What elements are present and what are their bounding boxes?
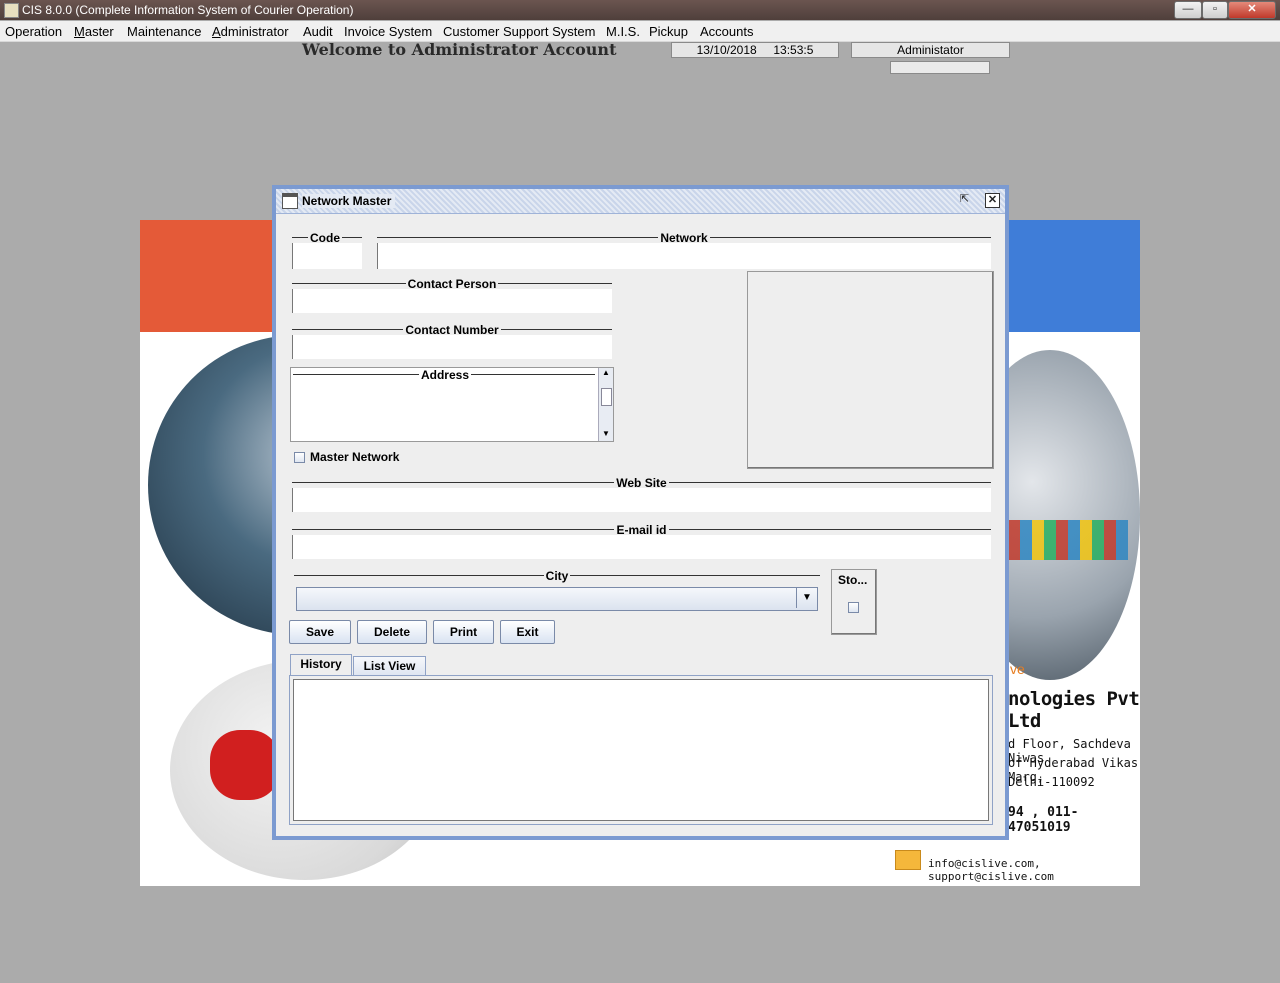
history-panel	[293, 679, 989, 821]
courier-shirt-shape	[210, 730, 280, 800]
contact-person-group: Contact Person	[290, 277, 614, 315]
welcome-heading: Welcome to Administrator Account	[302, 40, 617, 59]
menu-administrator[interactable]: Administrator	[212, 24, 289, 39]
contact-number-group: Contact Number	[290, 323, 614, 361]
network-master-title: Network Master	[302, 194, 396, 208]
email-group: E-mail id	[290, 523, 993, 561]
menu-pickup[interactable]: Pickup	[649, 24, 688, 39]
menu-customer-support[interactable]: Customer Support System	[443, 24, 595, 39]
contact-number-input[interactable]	[292, 335, 612, 359]
contact-emails: info@cislive.com, support@cislive.com	[928, 857, 1054, 883]
window-icon	[282, 193, 298, 209]
photo-panel	[747, 271, 994, 469]
scroll-thumb[interactable]	[601, 388, 612, 406]
envelope-icon	[895, 850, 921, 870]
menu-bar: Operation Master Maintenance Administrat…	[0, 21, 1280, 42]
app-title: CIS 8.0.0 (Complete Information System o…	[22, 3, 354, 17]
close-button[interactable]: ✕	[1228, 1, 1276, 19]
poster-logo: ve	[1010, 661, 1025, 677]
user-display: Administator	[851, 42, 1010, 58]
close-frame-icon[interactable]: ✕	[985, 193, 1000, 208]
restore-frame-icon[interactable]: ⇱	[958, 193, 971, 206]
master-network-checkbox[interactable]	[294, 452, 305, 463]
address-line-3: Delhi-110092	[1008, 775, 1095, 789]
company-name: nologies Pvt Ltd	[1008, 688, 1140, 732]
network-group: Network	[375, 231, 993, 271]
restore-button[interactable]: ▫	[1202, 1, 1228, 19]
tab-list-view[interactable]: List View	[353, 656, 426, 675]
address-scrollbar[interactable]: ▲ ▼	[598, 368, 613, 441]
city-select[interactable]: ▼	[296, 587, 818, 611]
email-input[interactable]	[292, 535, 991, 559]
sto-group: Sto...	[831, 569, 877, 635]
master-network-label: Master Network	[310, 450, 400, 464]
code-input[interactable]	[292, 243, 362, 269]
sto-checkbox[interactable]	[848, 602, 859, 613]
menu-accounts[interactable]: Accounts	[700, 24, 753, 39]
scroll-up-icon[interactable]: ▲	[599, 368, 613, 380]
scroll-down-icon[interactable]: ▼	[599, 429, 613, 441]
cargo-containers-image	[1008, 520, 1128, 560]
date-time-display: 13/10/2018 13:53:5	[671, 42, 839, 58]
contact-person-input[interactable]	[292, 289, 612, 313]
web-site-group: Web Site	[290, 476, 993, 514]
address-group: Address ▲ ▼	[290, 367, 614, 442]
address-textarea[interactable]	[293, 380, 597, 439]
code-group: Code	[290, 231, 364, 271]
menu-operation[interactable]: Operation	[5, 24, 62, 39]
menu-maintenance[interactable]: Maintenance	[127, 24, 201, 39]
minimize-button[interactable]: —	[1174, 1, 1202, 19]
network-master-titlebar[interactable]: Network Master ⇱ ✕	[276, 189, 1005, 214]
date-value: 13/10/2018	[696, 43, 757, 57]
exit-button[interactable]: Exit	[500, 620, 555, 644]
menu-master[interactable]: Master	[74, 24, 114, 39]
menu-mis[interactable]: M.I.S.	[606, 24, 640, 39]
java-app-icon	[4, 3, 19, 18]
city-label: City	[543, 569, 571, 583]
tab-history[interactable]: History	[290, 654, 352, 675]
network-master-window: Network Master ⇱ ✕ Code Network Contact …	[272, 185, 1009, 840]
delete-button[interactable]: Delete	[357, 620, 427, 644]
chevron-down-icon[interactable]: ▼	[796, 588, 817, 608]
print-button[interactable]: Print	[433, 620, 494, 644]
web-site-input[interactable]	[292, 488, 991, 512]
poster-blue-band	[1005, 220, 1140, 332]
menu-audit[interactable]: Audit	[303, 24, 333, 39]
save-button[interactable]: Save	[289, 620, 351, 644]
city-group: City ▼	[292, 569, 822, 613]
menu-invoice-system[interactable]: Invoice System	[344, 24, 432, 39]
phone-numbers: 94 , 011-47051019	[1008, 805, 1079, 835]
app-titlebar: CIS 8.0.0 (Complete Information System o…	[0, 0, 1280, 20]
network-input[interactable]	[377, 243, 991, 269]
sto-label: Sto...	[838, 573, 868, 587]
time-value: 13:53:5	[773, 43, 814, 57]
user-sub-box	[890, 61, 990, 74]
tab-panel	[289, 675, 993, 825]
poster-orange-band	[140, 220, 275, 332]
